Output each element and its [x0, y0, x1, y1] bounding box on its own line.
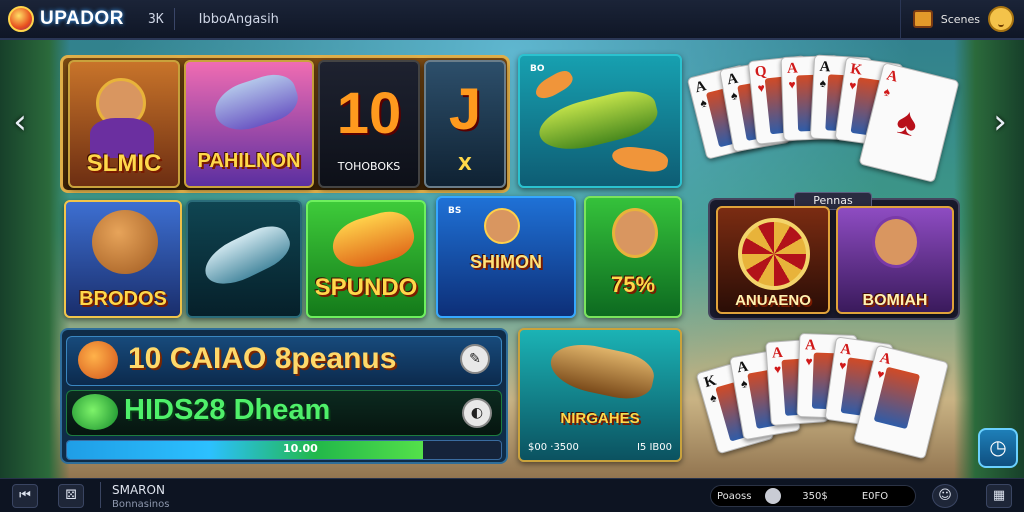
balance-value-a: 350$: [802, 490, 828, 502]
chest-icon[interactable]: [912, 10, 933, 28]
tile-label: SPUNDO: [314, 274, 418, 301]
top-bar: UPADOR 3K IbboAngasih Scenes: [0, 0, 1024, 40]
fish-icon: [326, 205, 420, 275]
tile-tag: BO: [530, 64, 545, 74]
logo-icon: [8, 6, 34, 32]
crab-icon: [78, 341, 118, 379]
tile-label: PAHILNON: [197, 150, 301, 172]
tile-label: SHIMON: [470, 252, 542, 272]
card-suit-icon: ♠: [819, 75, 827, 91]
balance-label: Poaoss: [717, 490, 752, 502]
card-suit-icon: ♥: [788, 77, 796, 92]
grid-icon[interactable]: ▦: [986, 484, 1012, 508]
user-area: Scenes: [899, 0, 1024, 39]
game-tile-slmic[interactable]: SLMIC: [68, 60, 180, 188]
game-tile-pahilnon[interactable]: PAHILNON: [184, 60, 314, 188]
card-suit-icon: ♥: [805, 354, 813, 369]
tile-sub-label: TOHOBOKS: [337, 160, 401, 173]
tile-label: ANUAENO: [735, 292, 811, 309]
progress-label: 10.00: [283, 442, 318, 455]
footer-title: SMARON: [112, 483, 165, 497]
game-tile-bomiah[interactable]: BOMIAH: [836, 206, 954, 314]
card-suit-icon: ♠: [882, 84, 892, 100]
game-tile-fish-big[interactable]: BO: [518, 54, 682, 188]
page-title: IbboAngasih: [198, 11, 279, 27]
game-tile-spundo[interactable]: SPUNDO: [306, 200, 426, 318]
game-tile-anuaeno[interactable]: ANUAENO: [716, 206, 830, 314]
toggle-icon[interactable]: ◐: [462, 398, 492, 428]
progress-fill: [67, 441, 423, 459]
tile-label: NIRGAHES: [560, 410, 640, 427]
card-suit-icon: ♥: [773, 362, 782, 377]
game-tile-shimon[interactable]: BS SHIMON: [436, 196, 576, 318]
chevron-right-icon[interactable]: ›: [986, 100, 1014, 144]
game-tile-j[interactable]: J X: [424, 60, 506, 188]
character-icon: [872, 216, 920, 268]
tile-big-number: 10: [336, 81, 402, 146]
game-tile-nirgahes[interactable]: NIRGAHES $00 ·3500 I5 IB00: [518, 328, 682, 462]
divider: [100, 482, 101, 508]
tile-big-letter: J: [448, 77, 482, 142]
tile-label: 75%: [610, 272, 656, 297]
small-fish-icon: [610, 144, 670, 174]
edit-icon[interactable]: ✎: [460, 344, 490, 374]
game-lobby: UPADOR 3K IbboAngasih Scenes ‹ › SLMIC P…: [0, 0, 1024, 512]
game-tile-brodos[interactable]: BRODOS: [64, 200, 182, 318]
tile-right-value: I5 IB00: [636, 442, 672, 453]
fish-icon: [546, 337, 658, 405]
divider: [173, 8, 175, 30]
balance-strip: Poaoss 350$ E0FO: [710, 485, 916, 507]
character-icon: [612, 208, 658, 258]
fish-icon: [197, 218, 297, 294]
chevron-left-icon[interactable]: ‹: [6, 100, 34, 144]
character-icon: [92, 210, 158, 274]
header-code[interactable]: 3K: [148, 12, 164, 27]
dice-icon[interactable]: ⚄: [58, 484, 84, 508]
tile-left-value: $00 ·3500: [528, 442, 579, 453]
tile-sub-label: X: [458, 154, 472, 175]
avatar[interactable]: [988, 6, 1014, 32]
tile-tag: BS: [448, 206, 462, 216]
balance-value-b: E0FO: [861, 490, 889, 502]
promo-row-2-text: HIDS28 Dheam: [124, 394, 331, 426]
game-tile-fish-dark[interactable]: [186, 200, 302, 318]
app-logo[interactable]: UPADOR: [8, 6, 148, 32]
exit-icon[interactable]: ⏮: [12, 484, 38, 508]
coin-icon: [765, 488, 781, 504]
fish-icon: [208, 68, 304, 138]
emoji-icon[interactable]: ☺: [932, 484, 958, 508]
spade-icon: ♠: [892, 99, 922, 146]
footer-subtitle: Bonnasinos: [112, 499, 170, 510]
user-label[interactable]: Scenes: [941, 13, 980, 26]
wheel-icon: [738, 218, 810, 290]
tile-label: SLMIC: [86, 150, 162, 177]
tile-label: BOMIAH: [862, 292, 928, 309]
game-tile-ten[interactable]: 10 TOHOBOKS: [318, 60, 420, 188]
promo-row-1-text: 10 CAIAO 8peanus: [128, 342, 397, 375]
game-tile-percent[interactable]: 75%: [584, 196, 682, 318]
timer-icon[interactable]: ◷: [978, 428, 1018, 468]
check-icon: [72, 394, 118, 430]
character-icon: [484, 208, 520, 244]
tile-label: BRODOS: [79, 288, 167, 310]
logo-text: UPADOR: [40, 8, 124, 29]
